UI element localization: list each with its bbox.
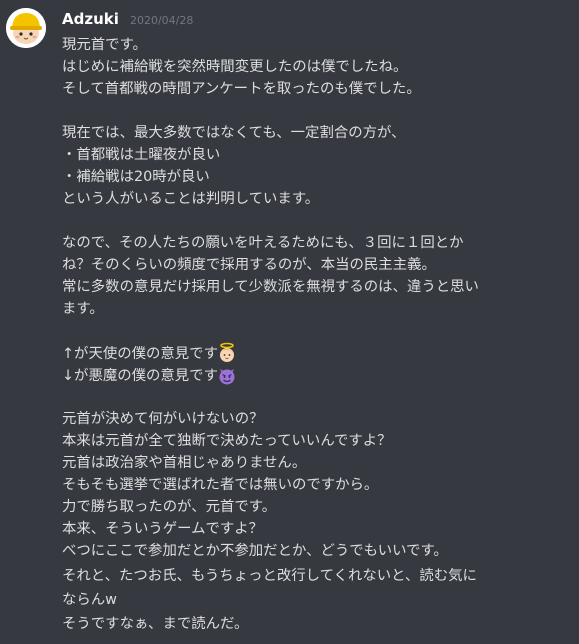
message-line [62, 320, 567, 342]
message-line: ・補給戦は20時が良い [62, 169, 210, 185]
message-line: はじめに補給戦を突然時間変更したのは僕でしたね。 [62, 59, 408, 75]
hardhat-character-icon [6, 8, 46, 48]
message-line: 元首が決めて何がいけないの？ [62, 411, 264, 427]
message-line: 本来は元首が全て独断で決めたっていいんですよ？ [62, 433, 392, 449]
message-line: 現在では、最大多数ではなくても、一定割合の方が、 [62, 125, 406, 141]
followup-message: そうですなぁ、まで読んだ。 [62, 612, 567, 636]
message-line: そもそも選挙で選ばれた者では無いのですから。 [62, 477, 379, 493]
followup-message: それと、たつお氏、もうちょっと改行してくれないと、読む気に ならんw [62, 564, 567, 612]
message-line: ・首都戦は土曜夜が良い [62, 147, 221, 163]
message-line: 力で勝ち取ったのが、元首です。 [62, 499, 277, 515]
angel-emoji-icon[interactable] [216, 342, 238, 364]
devil-line-text: ↓が悪魔の僕の意見です [62, 368, 218, 384]
followup-line: そうですなぁ、まで読んだ。 [62, 616, 249, 632]
message-line: という人がいることは判明しています。 [62, 191, 320, 207]
message-line: 元首は政治家や首相じゃありません。 [62, 455, 307, 471]
message-line [62, 210, 567, 232]
timestamp: 2020/04/28 [129, 14, 194, 27]
message-line: 現元首です。 [62, 37, 147, 53]
followup-line: それと、たつお氏、もうちょっと改行してくれないと、読む気に [62, 568, 477, 584]
message-line: ます。 [62, 301, 104, 317]
message-line: 本来、そういうゲームですよ？ [62, 521, 264, 537]
message-line: 常に多数の意見だけ採用して少数派を無視するのは、違うと思い [62, 279, 479, 295]
smiling-imp-emoji-icon[interactable] [216, 364, 238, 386]
message-line-angel: ↑が天使の僕の意見です [62, 342, 567, 364]
user-avatar[interactable] [6, 8, 46, 48]
message-line: べつにここで参加だとか不参加だとか、どうでもいいです。 [62, 543, 448, 559]
chat-message: Adzuki 2020/04/28 現元首です。 はじめに補給戦を突然時間変更し… [0, 0, 579, 644]
message-line [62, 386, 567, 408]
message-line: ね？そのくらいの頻度で採用するのが、本当の民主主義。 [62, 257, 436, 273]
message-line: なので、その人たちの願いを叶えるためにも、３回に１回とか [62, 235, 464, 251]
username[interactable]: Adzuki [62, 10, 119, 28]
message-header: Adzuki 2020/04/28 [62, 8, 193, 30]
angel-line-text: ↑が天使の僕の意見です [62, 346, 218, 362]
message-line: そして首都戦の時間アンケートを取ったのも僕でした。 [62, 81, 421, 97]
message-line-devil: ↓が悪魔の僕の意見です [62, 364, 567, 386]
message-content: 現元首です。 はじめに補給戦を突然時間変更したのは僕でしたね。 そして首都戦の時… [62, 34, 567, 562]
message-line [62, 100, 567, 122]
followup-line: ならんw [62, 592, 117, 608]
